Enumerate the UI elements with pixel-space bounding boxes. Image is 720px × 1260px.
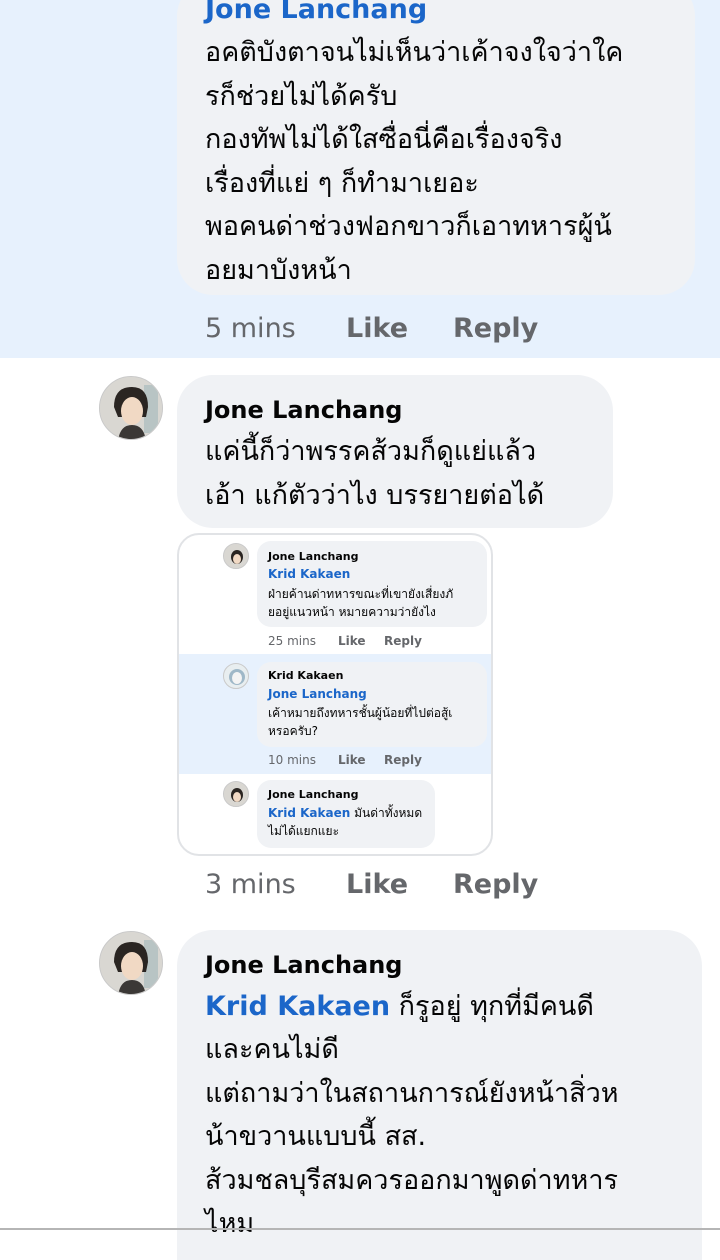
- mini-comment-inline-text: มันด่าทั้งหมด: [350, 806, 423, 820]
- mini-like-label: Like: [338, 753, 366, 767]
- mini-comment-time: 10 mins: [268, 753, 316, 767]
- reply-button[interactable]: Reply: [453, 313, 538, 344]
- avatar-illustration-icon: [100, 377, 162, 439]
- mini-comment-mention: Jone Lanchang: [268, 687, 367, 701]
- comment-author[interactable]: Jone Lanchang: [205, 951, 402, 979]
- comment-author[interactable]: Jone Lanchang: [205, 396, 402, 424]
- mini-comment-time: 25 mins: [268, 634, 316, 648]
- mini-comment-bubble: Jone Lanchang Krid Kakaen ฝ่ายค้านด่าทหา…: [257, 541, 487, 627]
- mini-comment-mention: Krid Kakaen: [268, 806, 351, 820]
- comment-meta: 5 mins Like Reply: [205, 313, 538, 344]
- comment-text: แค่นี้ก็ว่าพรรคส้วมก็ดูแย่แล้ว เอ้า แก้ต…: [205, 436, 545, 511]
- avatar: [223, 663, 249, 689]
- mini-comment-author: Jone Lanchang: [268, 550, 359, 563]
- comment-time: 3 mins: [205, 869, 296, 900]
- mini-reply-label: Reply: [384, 753, 422, 767]
- mini-comment-mention: Krid Kakaen: [268, 567, 351, 581]
- avatar: [223, 781, 249, 807]
- mini-comment-first-line: Krid Kakaen มันด่าทั้งหมด: [268, 804, 422, 822]
- comment-bubble: Jone Lanchang Krid Kakaen ก็รูอยู่ ทุกที…: [177, 930, 702, 1260]
- mini-comment-text: ไม่ได้แยกแยะ: [268, 824, 340, 838]
- reply-button[interactable]: Reply: [453, 869, 538, 900]
- comment-meta: 3 mins Like Reply: [205, 869, 538, 900]
- mini-comment-meta: 25 mins Like Reply: [268, 634, 422, 648]
- mini-comment-meta: 10 mins Like Reply: [268, 753, 422, 767]
- comment-first-line: Krid Kakaen ก็รูอยู่ ทุกที่มีคนดี: [205, 985, 594, 1029]
- comment-text: อคติบังตาจนไม่เห็นว่าเค้าจงใจว่าใค รก็ช่…: [205, 37, 624, 286]
- mini-comment-text: ฝ่ายค้านด่าทหารขณะที่เขายังเสี่ยงภั ยอยู…: [268, 587, 454, 619]
- comment-inline-text: ก็รูอยู่ ทุกที่มีคนดี: [390, 991, 594, 1022]
- like-button[interactable]: Like: [346, 313, 408, 344]
- mini-comment-author: Jone Lanchang: [268, 788, 359, 801]
- avatar: [223, 543, 249, 569]
- comment-bubble: Jone Lanchang แค่นี้ก็ว่าพรรคส้วมก็ดูแย่…: [177, 375, 613, 528]
- avatar-illustration-icon: [100, 932, 162, 994]
- attached-screenshot[interactable]: Jone Lanchang Krid Kakaen ฝ่ายค้านด่าทหา…: [177, 533, 493, 856]
- comment-mention[interactable]: Krid Kakaen: [205, 991, 390, 1022]
- like-button[interactable]: Like: [346, 869, 408, 900]
- avatar[interactable]: [99, 931, 163, 995]
- comment-time: 5 mins: [205, 313, 296, 344]
- mini-like-label: Like: [338, 634, 366, 648]
- comment-text: และคนไม่ดี แต่ถามว่าในสถานการณ์ยังหน้าสิ…: [205, 1034, 619, 1239]
- avatar-illustration-icon: [224, 544, 248, 568]
- mini-comment-text: เค้าหมายถึงทหารชั้นผู้น้อยที่ไปต่อสู้เ ห…: [268, 706, 453, 738]
- mini-reply-label: Reply: [384, 634, 422, 648]
- comment-bubble: Jone Lanchang อคติบังตาจนไม่เห็นว่าเค้าจ…: [177, 0, 695, 295]
- mini-comment-bubble: Krid Kakaen Jone Lanchang เค้าหมายถึงทหา…: [257, 662, 487, 747]
- bottom-divider: [0, 1228, 720, 1230]
- avatar[interactable]: [99, 376, 163, 440]
- avatar-illustration-icon: [224, 782, 248, 806]
- mini-comment-bubble: Jone Lanchang Krid Kakaen มันด่าทั้งหมด …: [257, 780, 435, 848]
- mini-comment-author: Krid Kakaen: [268, 669, 344, 682]
- comment-author[interactable]: Jone Lanchang: [205, 0, 427, 25]
